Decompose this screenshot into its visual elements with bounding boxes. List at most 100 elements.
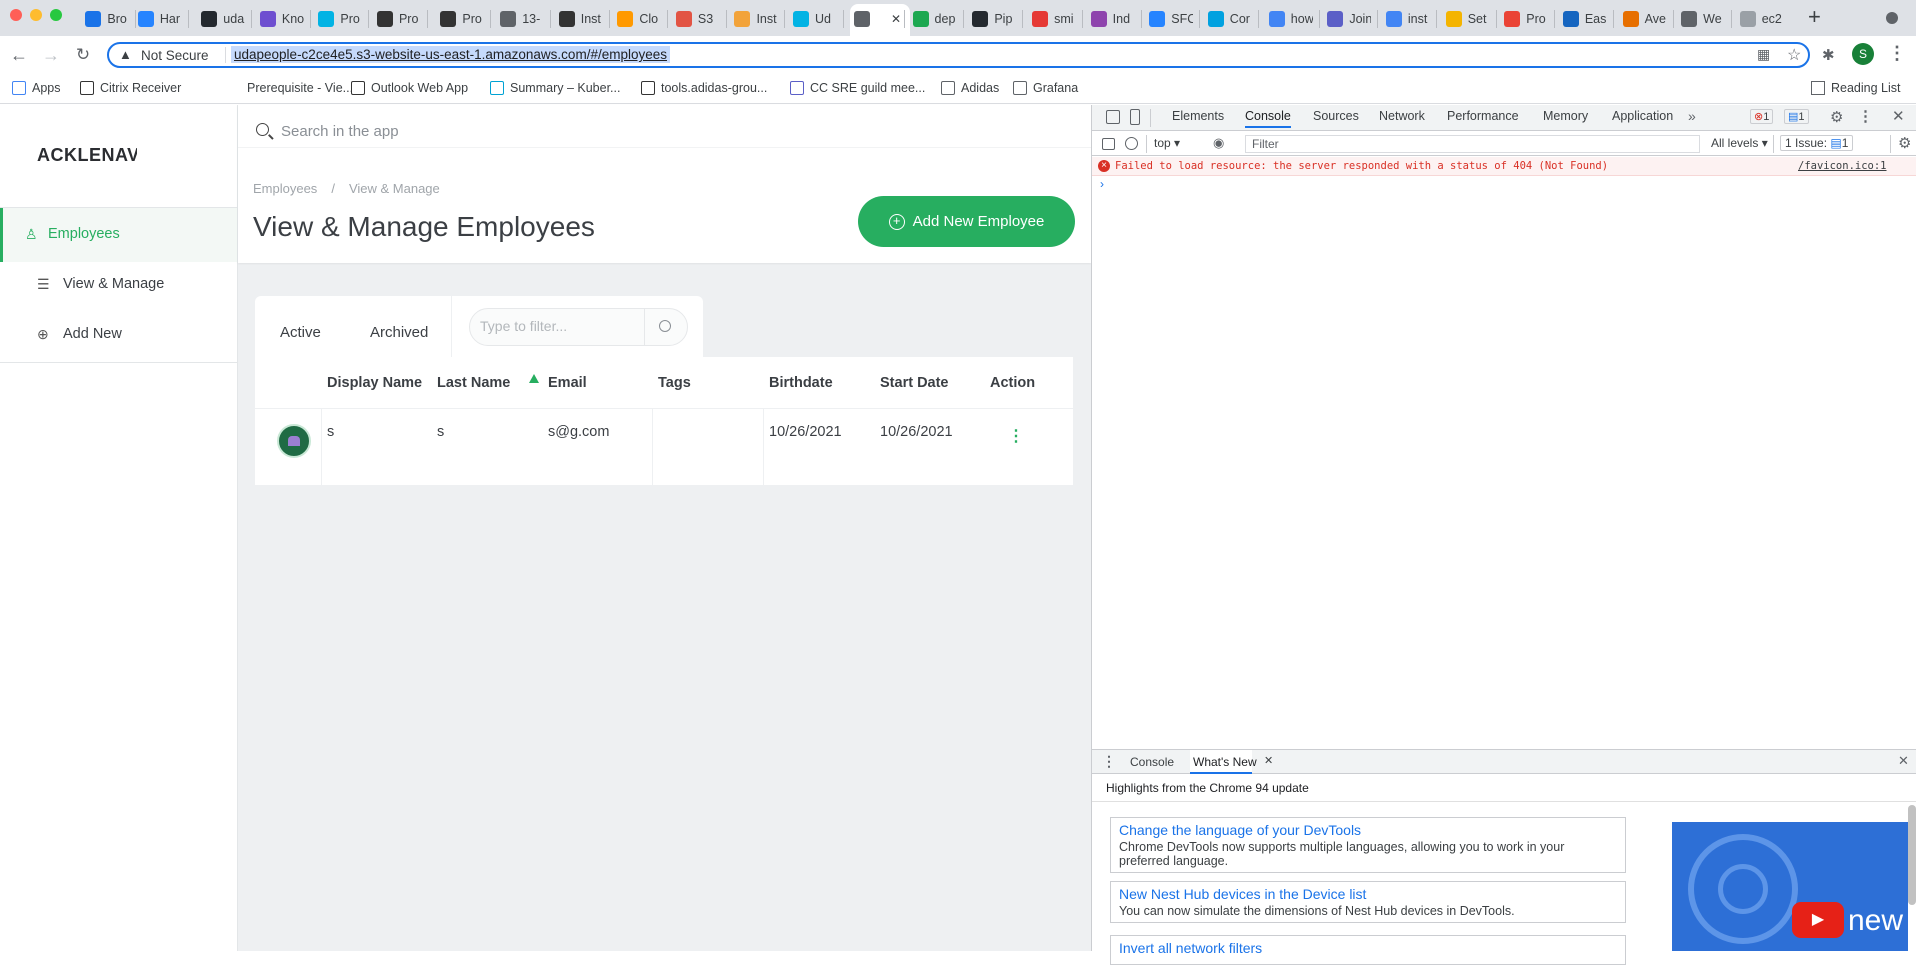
warning-icon[interactable]: ▲ (119, 47, 132, 62)
back-icon[interactable]: ← (8, 44, 30, 66)
error-count-badge[interactable]: ⊗1 (1750, 109, 1774, 124)
browser-tab[interactable]: Ind (1090, 8, 1135, 30)
close-drawer-icon[interactable]: ✕ (1898, 753, 1909, 769)
browser-tab[interactable]: Kno (259, 8, 304, 30)
card-title-link[interactable]: New Nest Hub devices in the Device list (1119, 886, 1617, 902)
drawer-scrollbar[interactable] (1908, 805, 1916, 905)
app-logo[interactable]: ACKLENAV (37, 145, 137, 166)
bookmark-item[interactable]: Grafana (1013, 81, 1078, 95)
browser-tab[interactable]: Cor (1207, 8, 1252, 30)
browser-tab[interactable]: inst (1385, 8, 1430, 30)
bookmark-item[interactable]: Outlook Web App (351, 81, 468, 95)
bookmark-item[interactable]: CC SRE guild mee... (790, 81, 925, 95)
browser-tab[interactable]: Inst (558, 8, 603, 30)
browser-tab[interactable]: dep (912, 8, 957, 30)
console-filter-input[interactable]: Filter (1245, 135, 1700, 153)
devtools-tab-network[interactable]: Network (1379, 109, 1425, 123)
minimize-window-button[interactable] (30, 9, 42, 21)
browser-tab[interactable]: Pip (972, 8, 1016, 30)
browser-tab[interactable]: Clo (617, 8, 661, 30)
column-header[interactable]: Last Name (437, 375, 510, 391)
kebab-menu-icon[interactable]: ⋮ (1858, 107, 1873, 125)
bookmark-item[interactable]: Adidas (941, 81, 999, 95)
browser-tab[interactable]: Har (137, 8, 182, 30)
whats-new-card[interactable]: New Nest Hub devices in the Device list Y… (1110, 881, 1626, 923)
devtools-tab-application[interactable]: Application (1612, 109, 1673, 123)
browser-tab[interactable]: how (1268, 8, 1313, 30)
extensions-icon[interactable]: ✱ (1822, 46, 1838, 64)
sort-asc-icon[interactable] (529, 374, 539, 383)
settings-gear-icon[interactable]: ⚙ (1830, 108, 1843, 126)
add-new-employee-button[interactable]: + Add New Employee (858, 196, 1075, 247)
row-actions-icon[interactable]: ⋮ (1008, 429, 1024, 445)
table-row[interactable]: s s s@g.com 10/26/2021 10/26/2021 ⋮ (255, 409, 1073, 485)
sidebar-item-add-new[interactable]: ⊕ Add New (0, 308, 237, 362)
column-header[interactable]: Action (990, 375, 1035, 391)
devtools-tab-sources[interactable]: Sources (1313, 109, 1359, 123)
bookmark-item[interactable]: tools.adidas-grou... (641, 81, 767, 95)
url-text[interactable]: udapeople-c2ce4e5.s3-website-us-east-1.a… (231, 46, 670, 63)
browser-tab[interactable]: Pro (318, 8, 362, 30)
card-title-link[interactable]: Invert all network filters (1119, 940, 1617, 956)
maximize-window-button[interactable] (50, 9, 62, 21)
error-source-link[interactable]: /favicon.ico:1 (1798, 160, 1887, 172)
console-settings-icon[interactable]: ⚙ (1898, 134, 1911, 152)
inspect-icon[interactable] (1106, 110, 1120, 124)
plus-icon[interactable]: + (1808, 6, 1821, 28)
browser-tab[interactable]: Pro (376, 8, 421, 30)
more-tabs-icon[interactable]: » (1688, 108, 1696, 124)
close-window-button[interactable] (10, 9, 22, 21)
column-header[interactable]: Birthdate (769, 375, 833, 391)
browser-tab[interactable]: 13- (500, 8, 544, 30)
security-label[interactable]: Not Secure (141, 48, 209, 63)
browser-tab[interactable]: Pro (440, 8, 484, 30)
browser-tab[interactable]: SFC (1149, 8, 1193, 30)
qr-code-icon[interactable]: ▦ (1757, 46, 1770, 63)
whats-new-card[interactable]: Change the language of your DevTools Chro… (1110, 817, 1626, 873)
search-icon[interactable] (659, 320, 671, 332)
devtools-tab-elements[interactable]: Elements (1172, 109, 1224, 123)
devtools-tab-console[interactable]: Console (1245, 109, 1291, 128)
browser-tab[interactable]: smi (1032, 8, 1076, 30)
youtube-play-icon[interactable]: ▶ (1792, 902, 1844, 938)
bookmark-item[interactable]: Apps (12, 81, 61, 95)
drawer-tab-console[interactable]: Console (1130, 755, 1174, 769)
address-bar[interactable]: ▲ Not Secure udapeople-c2ce4e5.s3-websit… (107, 42, 1810, 68)
devtools-tab-memory[interactable]: Memory (1543, 109, 1588, 123)
browser-tab[interactable]: Ud (793, 8, 837, 30)
app-search-input[interactable]: Search in the app (281, 123, 399, 140)
browser-tab[interactable]: Eas (1562, 8, 1607, 30)
browser-tab[interactable] (854, 8, 894, 30)
close-tab-icon[interactable]: ✕ (891, 12, 901, 26)
star-icon[interactable]: ☆ (1787, 45, 1801, 65)
issues-button[interactable]: 1 Issue: ▤1 (1780, 135, 1854, 151)
device-toolbar-icon[interactable] (1130, 109, 1140, 125)
card-title-link[interactable]: Change the language of your DevTools (1119, 822, 1617, 838)
eye-icon[interactable]: ◉ (1213, 135, 1224, 151)
sidebar-toggle-icon[interactable] (1102, 138, 1115, 150)
column-header[interactable]: Start Date (880, 375, 949, 391)
profile-avatar[interactable]: S (1852, 43, 1874, 65)
drawer-tab-whats-new[interactable]: What's New (1193, 755, 1257, 769)
browser-tab[interactable]: Bro (85, 8, 129, 30)
browser-tab[interactable]: Join (1327, 8, 1371, 30)
levels-dropdown[interactable]: All levels ▾ (1711, 136, 1768, 150)
forward-icon[interactable]: → (40, 44, 62, 66)
message-count-badge[interactable]: ▤1 (1784, 109, 1809, 124)
browser-tab[interactable]: ec2 (1739, 8, 1784, 30)
tab-active[interactable]: Active (280, 324, 321, 341)
column-header[interactable]: Display Name (327, 375, 422, 391)
browser-tab[interactable]: Ave (1622, 8, 1667, 30)
reload-icon[interactable]: ↻ (72, 44, 94, 66)
close-devtools-icon[interactable]: ✕ (1892, 107, 1905, 125)
kebab-menu-icon[interactable]: ⋮ (1102, 753, 1116, 770)
context-selector[interactable]: top ▾ (1154, 136, 1180, 150)
browser-tab[interactable]: Set (1445, 8, 1490, 30)
sidebar-item-employees[interactable]: ♙ Employees (0, 208, 237, 262)
close-tab-icon[interactable]: ✕ (1264, 754, 1273, 767)
column-header[interactable]: Tags (658, 375, 691, 391)
console-prompt-icon[interactable]: › (1100, 177, 1104, 191)
breadcrumb-item-employees[interactable]: Employees (253, 181, 317, 196)
reading-list-button[interactable]: Reading List (1811, 81, 1901, 95)
bookmark-item[interactable]: Citrix Receiver (80, 81, 181, 95)
